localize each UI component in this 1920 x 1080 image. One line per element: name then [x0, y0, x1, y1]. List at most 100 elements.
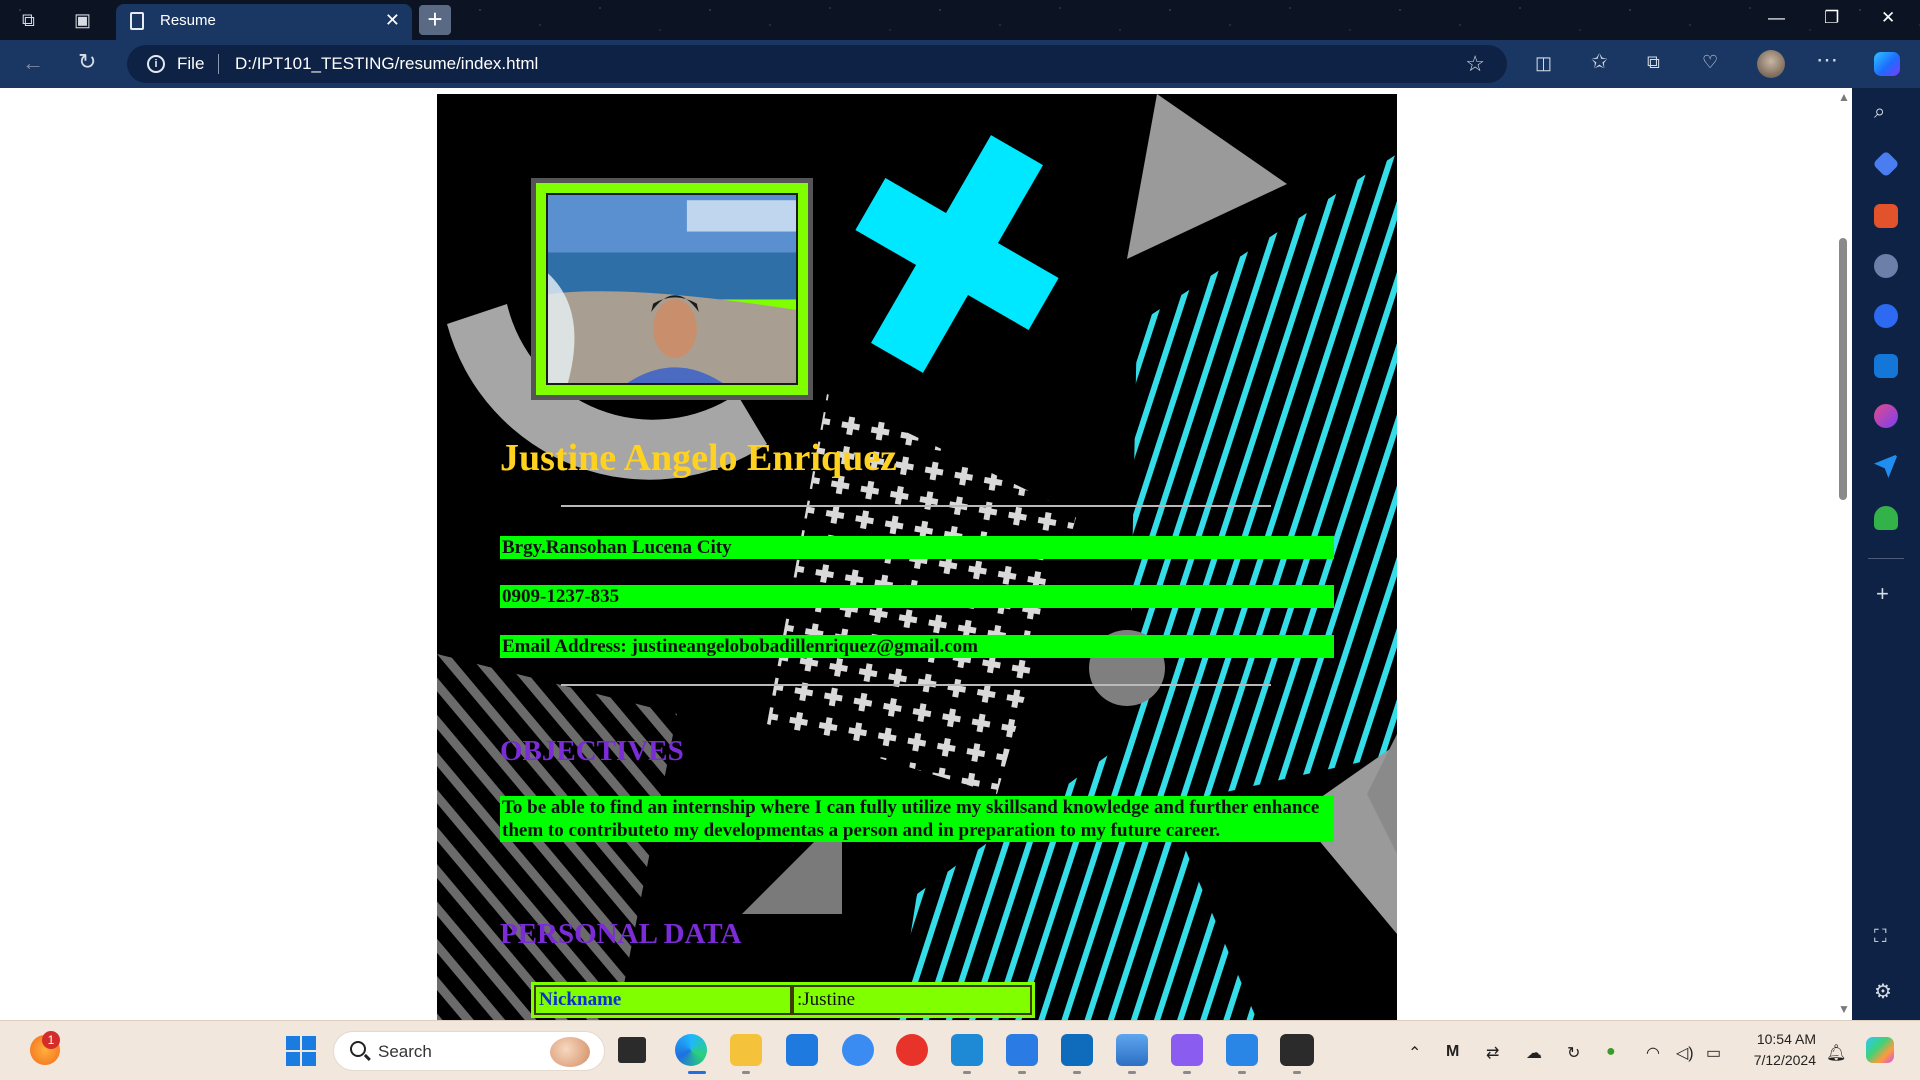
clock-date[interactable]: 7/12/2024	[1740, 1052, 1816, 1068]
url-bar[interactable]: i File D:/IPT101_TESTING/resume/index.ht…	[127, 45, 1507, 83]
resume-page: Justine Angelo Enriquez Brgy.Ransohan Lu…	[437, 94, 1397, 1020]
designer-icon[interactable]	[1874, 404, 1898, 428]
search-icon[interactable]: ⌕	[1874, 102, 1885, 122]
running-indicator	[963, 1071, 971, 1074]
running-indicator	[1018, 1071, 1026, 1074]
file-explorer-icon[interactable]	[730, 1034, 762, 1066]
taskbar-search[interactable]: Search	[333, 1031, 605, 1071]
scrollbar-thumb[interactable]	[1839, 238, 1847, 500]
scroll-down-arrow[interactable]: ▼	[1838, 1002, 1850, 1016]
wps-office-icon[interactable]	[896, 1034, 928, 1066]
clock-time[interactable]: 10:54 AM	[1740, 1031, 1816, 1047]
windows-taskbar: 1 Search ⌃ M ⇄ ☁ ↻ ● ◠ ◁) ▭ 10:54 AM 7/1…	[0, 1020, 1920, 1080]
tab-close-button[interactable]: ✕	[385, 10, 400, 31]
address-line: Brgy.Ransohan Lucena City	[500, 536, 1334, 559]
tab-actions-icon[interactable]: ▣	[74, 10, 91, 30]
photos-icon[interactable]	[1116, 1034, 1148, 1066]
profile-photo	[546, 193, 798, 385]
running-indicator	[1238, 1071, 1246, 1074]
messenger-icon[interactable]	[842, 1034, 874, 1066]
profile-avatar[interactable]	[1757, 50, 1785, 78]
url-separator	[218, 54, 219, 74]
objectives-heading: OBJECTIVES	[500, 735, 684, 767]
personal-data-heading: PERSONAL DATA	[500, 918, 742, 950]
shopping-tag-icon[interactable]	[1872, 150, 1900, 178]
favorite-star-icon[interactable]: ☆	[1465, 51, 1485, 77]
task-view-icon[interactable]	[618, 1037, 646, 1063]
copilot-sidebar-icon[interactable]	[1874, 304, 1898, 328]
info-icon[interactable]: i	[147, 55, 165, 73]
tray-sliders-icon[interactable]: ⇄	[1486, 1043, 1499, 1063]
browser-essentials-icon[interactable]: ♡	[1702, 52, 1718, 72]
resume-name: Justine Angelo Enriquez	[500, 437, 897, 479]
new-tab-button[interactable]: +	[419, 5, 451, 35]
send-icon[interactable]	[1874, 454, 1898, 478]
copilot-taskbar-icon[interactable]	[1866, 1037, 1894, 1063]
settings-gear-icon[interactable]: ⚙	[1874, 982, 1892, 1002]
wifi-icon[interactable]: ◠	[1646, 1043, 1660, 1063]
url-text[interactable]: D:/IPT101_TESTING/resume/index.html	[235, 54, 538, 74]
favorites-icon[interactable]: ✩	[1591, 52, 1608, 72]
running-indicator	[1128, 1071, 1136, 1074]
browser-title-bar: ⧉ ▣ Resume ✕ + — ❐ ✕	[0, 0, 1920, 40]
clipchamp-icon[interactable]	[1171, 1034, 1203, 1066]
notepad-icon[interactable]	[1006, 1034, 1038, 1066]
divider-bottom	[561, 684, 1271, 686]
table-row: Nickname :Justine	[534, 985, 1032, 1015]
page-viewport[interactable]: Justine Angelo Enriquez Brgy.Ransohan Lu…	[0, 88, 1852, 1020]
add-icon[interactable]: +	[1876, 583, 1889, 605]
url-scheme-label: File	[177, 54, 205, 73]
start-button[interactable]	[286, 1036, 316, 1066]
running-indicator	[1293, 1071, 1301, 1074]
chevron-up-icon[interactable]: ⌃	[1408, 1043, 1421, 1063]
table-cell-label: Nickname	[534, 985, 792, 1015]
search-label: Search	[378, 1042, 432, 1061]
close-window-button[interactable]: ✕	[1881, 8, 1895, 28]
store-icon[interactable]	[1226, 1034, 1258, 1066]
personal-data-table: Nickname :Justine	[531, 982, 1035, 1018]
tools-icon[interactable]	[1874, 204, 1898, 228]
sidebar-divider	[1868, 558, 1904, 559]
volume-icon[interactable]: ◁)	[1676, 1043, 1694, 1063]
vertical-scrollbar[interactable]: ▲ ▼	[1834, 88, 1852, 1020]
scroll-up-arrow[interactable]: ▲	[1838, 90, 1850, 104]
onedrive-icon[interactable]: ☁	[1526, 1043, 1542, 1063]
sync-icon[interactable]: ↻	[1567, 1043, 1580, 1063]
back-icon[interactable]: ←	[22, 52, 44, 74]
address-toolbar: ← ↻ i File D:/IPT101_TESTING/resume/inde…	[0, 40, 1920, 88]
tree-icon[interactable]	[1874, 506, 1898, 530]
workspaces-icon[interactable]: ⧉	[22, 10, 35, 30]
split-screen-icon[interactable]: ◫	[1535, 53, 1552, 73]
vscode-icon[interactable]	[951, 1034, 983, 1066]
tray-app-icon[interactable]: M	[1446, 1043, 1459, 1061]
copilot-icon[interactable]	[1874, 52, 1900, 76]
collections-icon[interactable]: ⧉	[1647, 52, 1660, 72]
outlook-new-icon[interactable]	[1061, 1034, 1093, 1066]
more-options-icon[interactable]: ⋯	[1816, 49, 1838, 71]
email-line: Email Address: justineangelobobadillenri…	[500, 635, 1334, 658]
tab-resume[interactable]: Resume ✕	[116, 4, 412, 40]
edge-sidebar: ⌕ + ⛶ ⚙	[1852, 88, 1920, 1020]
minimize-button[interactable]: —	[1768, 8, 1785, 28]
divider-top	[561, 505, 1271, 507]
mail-icon[interactable]	[786, 1034, 818, 1066]
tab-title: Resume	[160, 12, 216, 29]
refresh-icon[interactable]: ↻	[78, 51, 96, 73]
battery-icon[interactable]: ▭	[1706, 1043, 1721, 1063]
outlook-icon[interactable]	[1874, 354, 1898, 378]
running-indicator	[1183, 1071, 1191, 1074]
edge-browser-icon[interactable]	[675, 1034, 707, 1066]
tray-security-icon[interactable]: ●	[1606, 1043, 1616, 1061]
notifications-bell-icon[interactable]: 🔔︎	[1826, 1043, 1846, 1063]
running-indicator	[1073, 1071, 1081, 1074]
restore-button[interactable]: ❐	[1824, 8, 1839, 28]
search-highlight-image	[550, 1037, 590, 1067]
terminal-icon[interactable]	[1280, 1034, 1314, 1066]
notification-badge: 1	[42, 1031, 60, 1049]
profile-photo-frame	[531, 178, 813, 400]
search-icon	[350, 1041, 366, 1057]
page-icon	[130, 12, 144, 30]
games-icon[interactable]	[1874, 254, 1898, 278]
screenshot-icon[interactable]: ⛶	[1874, 926, 1887, 946]
objective-text: To be able to find an internship where I…	[500, 796, 1334, 842]
